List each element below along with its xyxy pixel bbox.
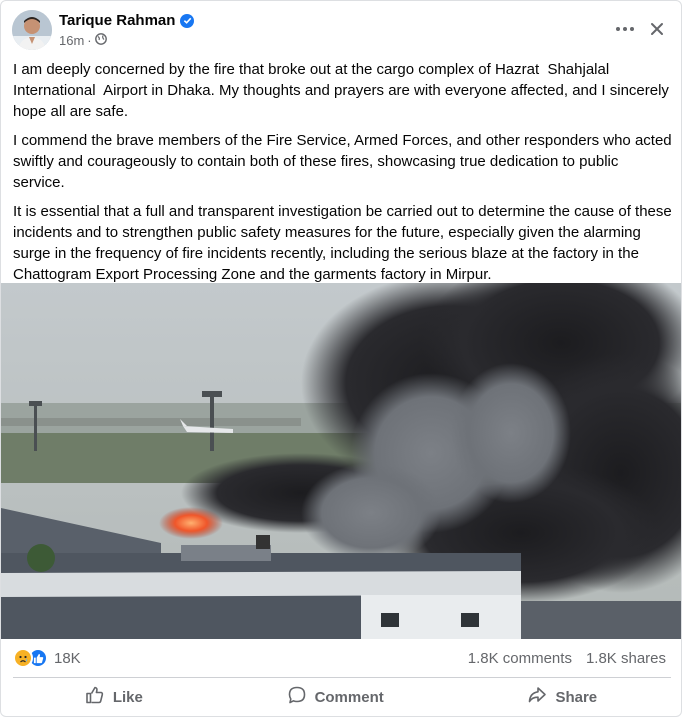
author-avatar[interactable] bbox=[12, 10, 52, 50]
actions-divider bbox=[13, 677, 671, 678]
thumbs-up-icon bbox=[85, 685, 105, 709]
globe-icon bbox=[94, 33, 107, 48]
meta-separator: · bbox=[87, 33, 92, 48]
like-label: Like bbox=[112, 688, 143, 706]
comment-button[interactable]: Comment bbox=[267, 679, 404, 715]
post-header: Tarique Rahman 16m · bbox=[1, 1, 681, 57]
comments-count[interactable]: 1.8K comments bbox=[468, 650, 572, 667]
author-name-row: Tarique Rahman bbox=[59, 12, 195, 29]
post-paragraph: I am deeply concerned by the fire that b… bbox=[13, 61, 674, 120]
post-photo[interactable] bbox=[1, 283, 681, 639]
reaction-count: 18K bbox=[54, 649, 81, 667]
post-paragraph: It is essential that a full and transpar… bbox=[13, 203, 676, 283]
more-options-icon[interactable] bbox=[609, 13, 641, 45]
post-meta: 16m · bbox=[59, 33, 107, 48]
post-stats: 18K 1.8K comments 1.8K shares bbox=[1, 639, 681, 679]
share-button[interactable]: Share bbox=[507, 679, 617, 715]
close-icon[interactable] bbox=[641, 13, 673, 45]
comment-label: Comment bbox=[314, 688, 384, 706]
verified-badge-icon bbox=[180, 13, 195, 28]
author-name[interactable]: Tarique Rahman bbox=[59, 12, 175, 29]
shares-count[interactable]: 1.8K shares bbox=[586, 650, 666, 667]
post-actions: Like Comment Share bbox=[1, 679, 681, 715]
post-text: I am deeply concerned by the fire that b… bbox=[13, 59, 673, 293]
post-card: Tarique Rahman 16m · I am deeply concern… bbox=[0, 0, 682, 717]
like-button[interactable]: Like bbox=[65, 679, 163, 715]
share-label: Share bbox=[555, 688, 598, 706]
sad-reaction-icon bbox=[13, 648, 33, 668]
engagement-counts: 1.8K comments 1.8K shares bbox=[468, 650, 666, 667]
share-arrow-icon bbox=[527, 685, 547, 709]
post-time[interactable]: 16m bbox=[59, 33, 84, 48]
speech-bubble-icon bbox=[287, 685, 307, 709]
post-paragraph: I commend the brave members of the Fire … bbox=[13, 132, 676, 191]
reactions-summary[interactable]: 18K bbox=[13, 648, 81, 668]
